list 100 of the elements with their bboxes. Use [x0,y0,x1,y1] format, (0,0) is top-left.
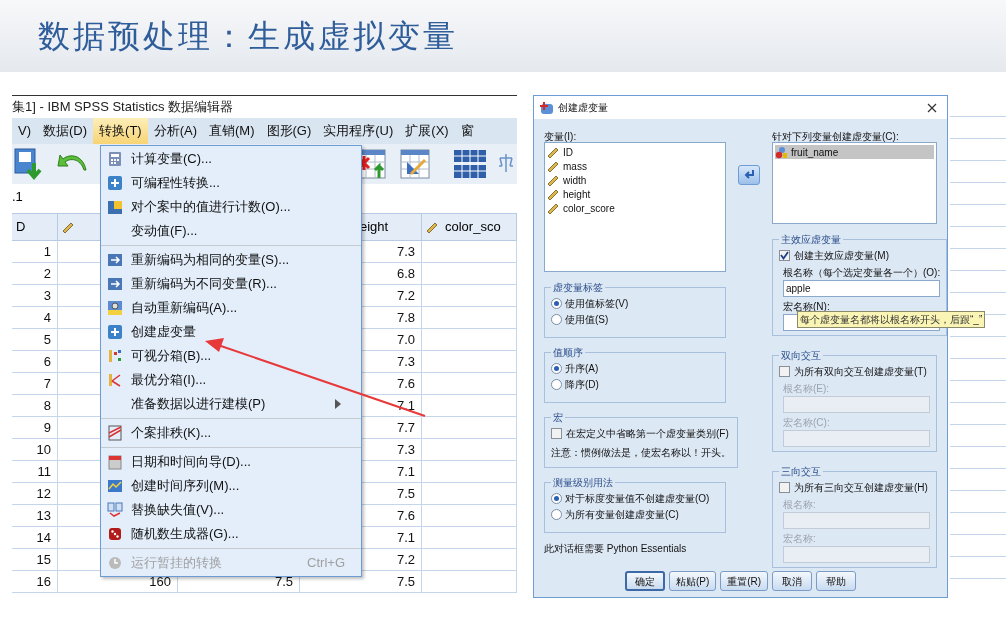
list-label: 变量(I): [544,130,578,142]
menu-item[interactable]: 窗 [454,118,480,144]
row-number: 16 [36,572,51,591]
menu-item[interactable]: 扩展(X) [399,118,455,144]
dialog-button[interactable]: 帮助 [816,571,857,591]
list-item[interactable]: color_score [547,201,723,215]
swap-icon [107,252,123,268]
bars-icon [107,348,123,364]
menu-entry[interactable]: 最优分箱(I)... [101,368,361,392]
radio-button[interactable] [551,297,562,309]
ruler-icon [547,201,560,215]
checkbox[interactable] [551,427,562,439]
close-icon[interactable] [927,102,937,113]
menu-item[interactable]: 图形(G) [260,118,318,144]
radio-button[interactable] [551,508,562,520]
field-label: 根名称: [783,498,817,512]
checkbox[interactable] [779,365,790,377]
row-number: 14 [36,528,51,547]
text-field[interactable] [783,546,930,563]
menu-entry[interactable]: 随机数生成器(G)... [101,522,361,546]
list-item[interactable]: fruit_name [775,145,934,159]
menu-item[interactable]: 分析(A) [147,118,203,144]
text-field[interactable] [783,512,930,529]
cell-reference: .1 [12,188,23,207]
menu-item[interactable]: 直销(M) [203,118,261,144]
radio-button[interactable] [551,492,562,504]
radio-button[interactable] [551,378,562,390]
checkbox[interactable] [779,249,790,261]
row-number: 6 [43,352,51,371]
radio-button[interactable] [551,313,562,325]
menu-entry[interactable]: 对个案中的值进行计数(O)... [101,195,361,219]
column-header[interactable]: color_sco [422,214,517,240]
table-cell-text: 7.5 [396,484,415,503]
list-item[interactable]: mass [547,159,723,173]
dialog-icon [540,100,554,115]
grid-pencil-icon[interactable] [399,148,431,180]
menu-entry[interactable]: 变动值(F)... [101,219,361,243]
calculator-icon [107,151,123,167]
menu-entry[interactable]: 可编程性转换... [101,171,361,195]
group-title: 虚变量标签 [552,281,604,295]
option-label[interactable]: 升序(A) [565,360,599,376]
text-field[interactable] [783,430,930,447]
table-cell-text: 160 [149,572,171,591]
dialog-button[interactable]: 确定 [624,571,665,591]
list-label: 针对下列变量创建虚变量(C): [772,130,900,142]
dialog-button[interactable]: 取消 [772,571,813,591]
menu-entry[interactable]: 可视分箱(B)... [101,344,361,368]
group-title: 宏 [552,411,564,425]
move-button[interactable] [738,165,760,185]
table-cell-text: 7.2 [396,550,415,569]
row-number: 1 [43,242,51,261]
menu-item[interactable]: 实用程序(U) [317,118,400,144]
slide-title: 数据预处理：生成虚拟变量 [38,16,458,57]
option-label[interactable]: 降序(D) [565,376,599,392]
list-item[interactable]: width [547,173,723,187]
save-icon[interactable] [14,147,44,181]
column-header[interactable]: D [12,214,58,240]
menu-entry[interactable]: 日期和时间向导(D)... [101,450,361,474]
table-cell-text: 7.0 [396,330,415,349]
table-icon[interactable] [453,148,487,180]
menu-entry[interactable]: 替换缺失值(V)... [101,498,361,522]
table-cell-text: 7.6 [396,374,415,393]
ruler-icon [426,220,439,234]
dialog-button[interactable]: 重置(R) [720,571,769,591]
menu-entry[interactable]: 准备数据以进行建模(P) [101,392,361,416]
menu-entry[interactable]: 个案排秩(K)... [101,421,361,445]
option-label[interactable]: 为所有变量创建虚变量(C) [565,506,679,522]
list-item[interactable]: ID [547,145,723,159]
menu-entry[interactable]: 重新编码为相同的变量(S)... [101,248,361,272]
menu-item[interactable]: 数据(D) [37,118,94,144]
tooltip: 每个虚变量名都将以根名称开头，后跟“_” [797,311,986,328]
option-label[interactable]: 使用值(S) [565,311,609,327]
ruler-icon [547,145,560,159]
rank-icon [107,425,123,441]
option-label[interactable]: 创建主效应虚变量(M) [794,247,889,263]
calendar-icon [107,454,123,470]
menu-entry[interactable]: 自动重新编码(A)... [101,296,361,320]
radio-button[interactable] [551,362,562,374]
option-label[interactable]: 为所有双向交互创建虚变量(T) [794,363,927,379]
row-number: 3 [43,286,51,305]
menu-entry[interactable]: 创建时间序列(M)... [101,474,361,498]
table-cell-text: 7.5 [396,572,415,591]
menu-item[interactable]: 转换(T) [93,118,148,144]
option-label[interactable]: 在宏定义中省略第一个虚变量类别(F) [566,425,729,441]
menu-entry[interactable]: 创建虚变量 [101,320,361,344]
row-number: 7 [43,374,51,393]
option-label[interactable]: 为所有三向交互创建虚变量(H) [794,479,928,495]
option-label[interactable]: 对于标度变量值不创建虚变量(O) [565,490,710,506]
menu-entry[interactable]: 重新编码为不同变量(R)... [101,272,361,296]
dialog-button[interactable]: 粘贴(P) [668,571,717,591]
row-number: 5 [43,330,51,349]
checkbox[interactable] [779,481,790,493]
balls-icon [775,145,788,159]
menu-item[interactable]: V) [12,118,37,144]
table-cell-text: 7.2 [396,286,415,305]
text-field[interactable]: apple [783,280,941,297]
row-number: 9 [43,418,51,437]
text-field[interactable] [783,396,930,413]
list-item[interactable]: height [547,187,723,201]
option-label[interactable]: 使用值标签(V) [565,295,629,311]
